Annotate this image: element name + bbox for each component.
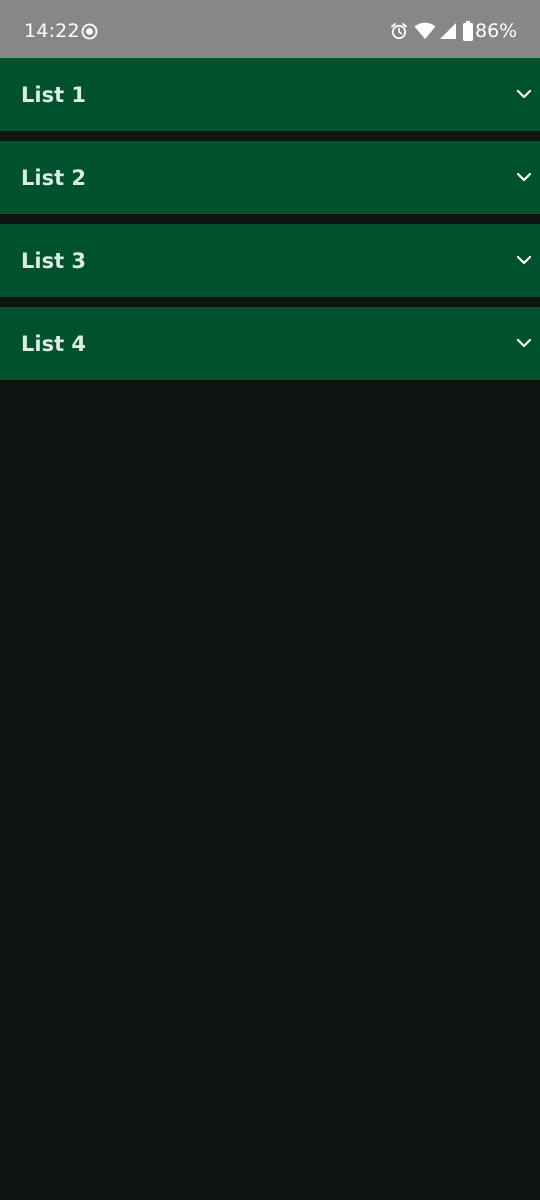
battery-percentage: 86% [475, 20, 518, 42]
chevron-down-icon[interactable] [516, 335, 532, 351]
accordion-item-label: List 1 [21, 83, 87, 107]
chevron-down-icon[interactable] [516, 169, 532, 185]
screen-record-icon [81, 23, 98, 40]
accordion-item-label: List 2 [21, 166, 87, 190]
accordion-item-label: List 3 [21, 249, 87, 273]
alarm-icon [391, 23, 407, 40]
battery-icon [463, 21, 473, 41]
cell-signal-icon [440, 23, 456, 39]
accordion-item-list-4[interactable]: List 4 [0, 307, 540, 380]
chevron-down-icon[interactable] [516, 86, 532, 102]
status-time: 14:22 [24, 20, 80, 42]
accordion-list: List 1 List 2 List 3 List 4 [0, 58, 540, 390]
wifi-icon [414, 22, 436, 39]
accordion-item-list-1[interactable]: List 1 [0, 58, 540, 131]
chevron-down-icon[interactable] [516, 252, 532, 268]
status-bar: 14:22 86% [0, 0, 540, 58]
accordion-item-list-3[interactable]: List 3 [0, 224, 540, 297]
accordion-item-list-2[interactable]: List 2 [0, 141, 540, 214]
accordion-item-label: List 4 [21, 332, 87, 356]
